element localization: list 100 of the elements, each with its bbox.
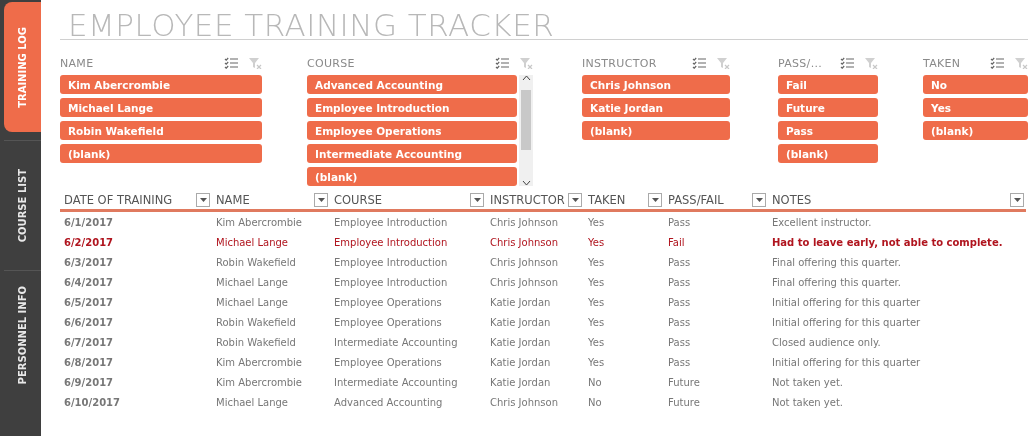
table-cell-text: Yes — [587, 295, 606, 310]
slicer-item[interactable]: (blank) — [307, 167, 517, 186]
slicer-item[interactable]: Katie Jordan — [582, 98, 730, 117]
column-header: DATE OF TRAINING — [64, 192, 173, 207]
filter-dropdown-button[interactable] — [470, 192, 484, 207]
slicer-item[interactable]: Future — [778, 98, 878, 117]
filter-dropdown-button[interactable] — [1010, 192, 1024, 207]
table-cell-text: Employee Introduction — [333, 275, 449, 290]
slicer-item[interactable]: Advanced Accounting — [307, 75, 517, 94]
multi-select-icon[interactable] — [224, 57, 238, 69]
filter-dropdown-button[interactable] — [196, 192, 210, 207]
column-header: INSTRUCTOR — [490, 192, 565, 207]
slicer-item[interactable]: Pass — [778, 121, 878, 140]
table-cell-text: Final offering this quarter. — [771, 255, 902, 270]
table-cell-text: Not taken yet. — [771, 375, 845, 390]
slicer-title: INSTRUCTOR — [582, 56, 658, 70]
filter-dropdown-button[interactable] — [648, 192, 662, 207]
multi-select-icon[interactable] — [495, 57, 509, 69]
slicer-item[interactable]: Fail — [778, 75, 878, 94]
table-cell-text: Chris Johnson — [489, 215, 559, 230]
table-cell-text: Fail — [667, 235, 686, 250]
table-cell-text: Closed audience only. — [771, 335, 882, 350]
slicer-title: TAKEN — [923, 56, 962, 70]
column-header: COURSE — [334, 192, 383, 207]
slicer-item[interactable]: (blank) — [582, 121, 730, 140]
table-cell-text: Future — [667, 395, 701, 410]
table-cell-text: Pass — [667, 275, 692, 290]
caret-icon — [571, 197, 579, 202]
page-title: EMPLOYEE TRAINING TRACKER — [60, 0, 1028, 40]
table-cell-text: Katie Jordan — [489, 315, 552, 330]
column-header: TAKEN — [588, 192, 626, 207]
slicer-item[interactable]: No — [923, 75, 1028, 94]
multi-select-icon[interactable] — [990, 57, 1004, 69]
table-cell-text: Employee Introduction — [333, 215, 449, 230]
caret-icon — [473, 197, 481, 202]
table-cell-text: Employee Operations — [333, 315, 443, 330]
sidebar-tab[interactable]: COURSE LIST — [4, 140, 41, 270]
table-cell-text: Chris Johnson — [489, 235, 559, 250]
table-cell-text: Michael Lange — [215, 235, 290, 250]
table-cell-text: Employee Operations — [333, 295, 443, 310]
table-cell-text: 6/4/2017 — [63, 275, 115, 290]
multi-select-icon[interactable] — [840, 57, 854, 69]
table-cell-text: Employee Operations — [333, 355, 443, 370]
caret-icon — [317, 197, 325, 202]
table-cell-text: Yes — [587, 235, 606, 250]
sidebar-tab[interactable]: PERSONNEL INFO — [4, 270, 41, 400]
table-cell-text: Katie Jordan — [489, 295, 552, 310]
filter-dropdown-button[interactable] — [314, 192, 328, 207]
table-cell-text: Katie Jordan — [489, 375, 552, 390]
sidebar-tab[interactable]: TRAINING LOG — [4, 2, 41, 132]
column-header: NOTES — [772, 192, 812, 207]
table-cell-text: Yes — [587, 355, 606, 370]
table-cell-text: Employee Introduction — [333, 235, 449, 250]
table-cell-text: Robin Wakefield — [215, 335, 297, 350]
table-cell-text: Initial offering for this quarter — [771, 355, 922, 370]
table-cell-text: Intermediate Accounting — [333, 375, 459, 390]
caret-icon — [199, 197, 207, 202]
caret-icon — [651, 197, 659, 202]
slicer-item[interactable]: Kim Abercrombie — [60, 75, 262, 94]
scroll-up-icon[interactable] — [521, 75, 531, 81]
table-cell-text: Initial offering for this quarter — [771, 315, 922, 330]
table-cell-text: Pass — [667, 295, 692, 310]
table-cell-text: Future — [667, 375, 701, 390]
table-cell-text: Advanced Accounting — [333, 395, 444, 410]
multi-select-icon[interactable] — [692, 57, 706, 69]
table-cell-text: Katie Jordan — [489, 355, 552, 370]
table-cell-text: Michael Lange — [215, 395, 290, 410]
slicer-item[interactable]: Yes — [923, 98, 1028, 117]
slicer-item[interactable]: (blank) — [923, 121, 1028, 140]
caret-icon — [755, 197, 763, 202]
table-cell-text: Robin Wakefield — [215, 255, 297, 270]
slicer-item[interactable]: Intermediate Accounting — [307, 144, 517, 163]
slicer-item[interactable]: Chris Johnson — [582, 75, 730, 94]
slicer-item[interactable]: Robin Wakefield — [60, 121, 262, 140]
filter-dropdown-button[interactable] — [752, 192, 766, 207]
slicer-title: PASS/... — [778, 56, 823, 70]
filter-dropdown-button[interactable] — [568, 192, 582, 207]
table-cell-text: Yes — [587, 255, 606, 270]
table-cell-text: Kim Abercrombie — [215, 355, 303, 370]
column-header: NAME — [216, 192, 250, 207]
table-cell-text: 6/6/2017 — [63, 315, 115, 330]
slicer-item[interactable]: (blank) — [778, 144, 878, 163]
table-cell-text: Michael Lange — [215, 295, 290, 310]
table-cell-text: Kim Abercrombie — [215, 215, 303, 230]
table-cell-text: 6/7/2017 — [63, 335, 115, 350]
table-cell-text: 6/5/2017 — [63, 295, 115, 310]
table-cell-text: Employee Introduction — [333, 255, 449, 270]
table-cell-text: Yes — [587, 335, 606, 350]
table-cell-text: Robin Wakefield — [215, 315, 297, 330]
table-cell-text: Yes — [587, 315, 606, 330]
scroll-down-icon[interactable] — [521, 180, 531, 186]
slicer-item[interactable]: (blank) — [60, 144, 262, 163]
table-cell-text: 6/2/2017 — [63, 235, 115, 250]
scrollbar[interactable] — [519, 75, 533, 186]
table-cell-text: Pass — [667, 315, 692, 330]
slicer-item[interactable]: Michael Lange — [60, 98, 262, 117]
table-cell-text: Yes — [587, 215, 606, 230]
slicer-item[interactable]: Employee Operations — [307, 121, 517, 140]
slicer-item[interactable]: Employee Introduction — [307, 98, 517, 117]
table-cell-text: Pass — [667, 255, 692, 270]
